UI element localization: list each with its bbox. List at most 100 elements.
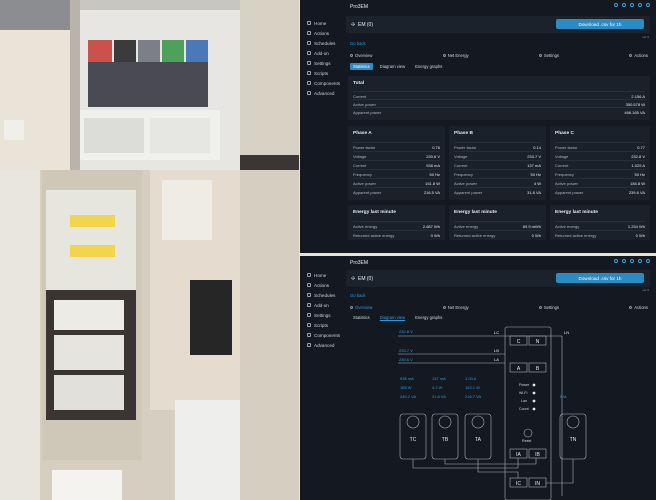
reset-label[interactable]: Reset: [522, 439, 531, 443]
meter-body: [504, 326, 552, 500]
version-label: ver 0: [642, 35, 649, 39]
phase-a-row: Voltage 230.6 V: [353, 151, 440, 160]
phase-c-row: Current 1.029 A: [555, 160, 645, 169]
phase-b-row: Voltage 233.7 V: [454, 151, 541, 160]
device-header: ✣ EM (0) Download .csv for 1h: [346, 16, 650, 33]
overview-icon: [350, 54, 353, 57]
clamp-ta-current: 1.03 A: [465, 376, 477, 381]
bluetooth-icon[interactable]: [630, 3, 634, 7]
settings-tab-icon: [538, 54, 542, 57]
device-title: EM (0): [358, 22, 373, 28]
phase-a-row: Power factor 0.76: [353, 142, 440, 151]
sidebar-item-settings[interactable]: Settings: [300, 58, 340, 68]
sidebar-item-actions[interactable]: Actions: [300, 28, 340, 38]
home-icon: [307, 21, 311, 25]
phase-c-row: Frequency 50 Hz: [555, 169, 645, 178]
sidebar-item-components[interactable]: Components: [300, 78, 340, 88]
clamp-ta-power: 162.1 W: [465, 385, 480, 390]
terminal-ic-label: IC: [516, 481, 521, 487]
phase-c-card: Phase C Power factor 0.77 Voltage 232.8 V …: [550, 126, 650, 200]
energy-b-card: Energy last minute Active energy 69.9 mWh…: [449, 205, 546, 240]
tab-overview[interactable]: Overview: [350, 51, 372, 60]
clamp-tb-apparent: 31.8 VA: [432, 394, 446, 399]
energy-a-title: Energy last minute: [353, 210, 396, 215]
total-card: Total Current 2.156 A Active power 350.578…: [348, 76, 650, 120]
globe-icon[interactable]: [638, 3, 642, 7]
clamp-tc-apparent: 240.2 VA: [400, 394, 416, 399]
scripts-icon: [307, 71, 311, 75]
wifi-icon[interactable]: [622, 3, 626, 7]
phase-a-row: Frequency 50 Hz: [353, 169, 440, 178]
go-back-link[interactable]: Go back: [350, 41, 366, 46]
download-csv-button[interactable]: Download .csv for 1h: [556, 19, 644, 29]
phase-b-card: Phase B Power factor 0.14 Voltage 233.7 V …: [449, 126, 546, 200]
sidebar-item-advanced[interactable]: Advanced: [300, 88, 340, 98]
tab-net-energy[interactable]: Net Energy: [442, 51, 469, 60]
phase-c-row: Apparent power 239.6 VA: [555, 187, 645, 196]
phase-c-title: Phase C: [555, 131, 574, 136]
top-bar: Pro3EM: [300, 0, 656, 12]
energy-a-row: Returned active energy 0 Wh: [353, 230, 440, 239]
line-la-label: LA: [494, 357, 499, 362]
cable-ta: [477, 459, 519, 478]
clamp-tb-ring: [438, 415, 452, 429]
reset-button-ring: [523, 428, 533, 438]
energy-b-title: Energy last minute: [454, 210, 497, 215]
schedules-icon: [307, 41, 311, 45]
clamp-tc-current: 938 mA: [400, 376, 414, 381]
energy-a-row: Active energy 2.687 Wh: [353, 221, 440, 230]
status-icons: [614, 3, 650, 7]
line-ln-label: LN: [564, 330, 569, 335]
subtab-diagram-view[interactable]: Diagram view: [377, 63, 408, 70]
subtab-energy-graphs[interactable]: Energy graphs: [412, 63, 445, 70]
led-lan-label: Lan: [521, 399, 527, 403]
clamp-tb-label: TB: [442, 437, 449, 443]
energy-b-row: Active energy 69.9 mWh: [454, 221, 541, 230]
voltage-c-label: 232.8 V: [399, 329, 413, 334]
cloud-icon[interactable]: [614, 3, 618, 7]
energy-c-row: Active energy 1.234 Wh: [555, 221, 645, 230]
phase-a-title: Phase A: [353, 131, 372, 136]
electrical-panel-photo-bottom: [0, 170, 299, 500]
terminal-ia-label: IA: [516, 452, 521, 458]
subtab-statistics[interactable]: Statistics: [350, 63, 373, 70]
clamp-tc-power: 185 W: [400, 385, 412, 390]
terminal-n-label: N: [536, 339, 540, 345]
phase-c-row: Active power 184.8 W: [555, 178, 645, 187]
view-subtabs: Statistics Diagram view Energy graphs: [350, 63, 445, 70]
led-lan: [532, 399, 536, 403]
lan-icon[interactable]: [646, 3, 650, 7]
phase-b-row: Current 137 mA: [454, 160, 541, 169]
energy-b-row: Returned active energy 0 Wh: [454, 230, 541, 239]
led-wifi: [532, 391, 536, 395]
clamp-tn-na: N/A: [560, 394, 567, 399]
wiring-diagram: Power Wi-Fi Lan Count Reset 232.8 V 233.…: [398, 326, 587, 500]
emeter-statistics-panel: Pro3EM Home Actions Schedules Add-on Set…: [300, 0, 656, 253]
led-power-label: Power: [519, 383, 530, 387]
brand-label: Pro3EM: [350, 4, 369, 10]
energy-c-row: Returned active energy 0 Wh: [555, 230, 645, 239]
clamp-ta-apparent: 216.7 VA: [465, 394, 481, 399]
tab-settings[interactable]: Settings: [538, 51, 559, 60]
clamp-ta-label: TA: [475, 437, 482, 443]
tab-actions[interactable]: Actions: [629, 51, 648, 60]
phase-c-row: Voltage 232.8 V: [555, 151, 645, 160]
sidebar-item-scripts[interactable]: Scripts: [300, 68, 340, 78]
voltage-b-label: 233.7 V: [399, 348, 413, 353]
settings-icon: [307, 61, 311, 65]
addon-icon: [307, 51, 311, 55]
cable-tn: [546, 459, 574, 484]
sidebar-item-addon[interactable]: Add-on: [300, 48, 340, 58]
energy-c-card: Energy last minute Active energy 1.234 Wh…: [550, 205, 650, 240]
led-count: [532, 407, 536, 411]
clamp-tc-label: TC: [410, 437, 417, 443]
terminal-a-label: A: [517, 366, 521, 372]
clamp-tc-ring: [406, 415, 420, 429]
phase-b-title: Phase B: [454, 131, 473, 136]
sidebar-item-home[interactable]: Home: [300, 18, 340, 28]
net-energy-icon: [442, 54, 446, 57]
clamp-tb-current: 137 mA: [432, 376, 446, 381]
line-lb-label: LB: [494, 348, 499, 353]
sidebar-item-schedules[interactable]: Schedules: [300, 38, 340, 48]
terminal-b-label: B: [536, 366, 540, 372]
